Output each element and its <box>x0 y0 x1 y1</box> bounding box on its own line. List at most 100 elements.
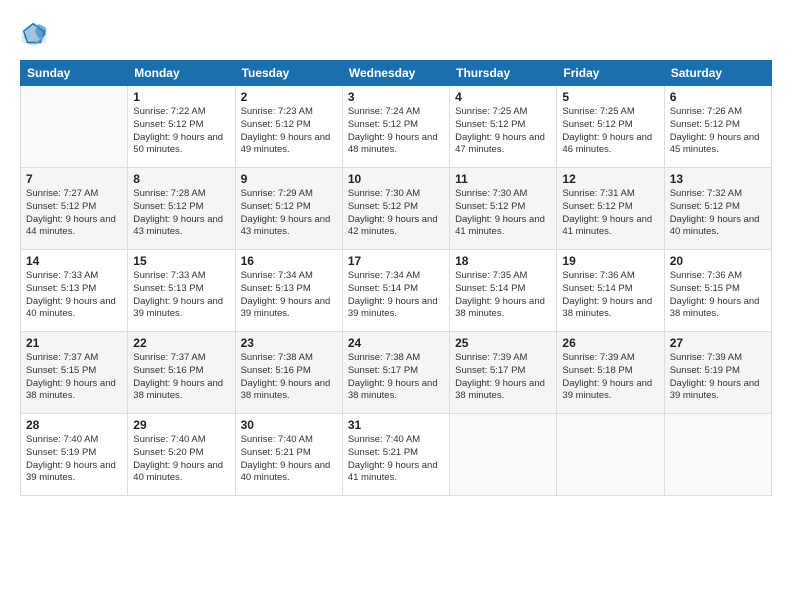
day-number: 15 <box>133 254 229 268</box>
cell-info: Sunrise: 7:33 AM Sunset: 5:13 PM Dayligh… <box>26 270 122 321</box>
calendar-cell: 17Sunrise: 7:34 AM Sunset: 5:14 PM Dayli… <box>342 250 449 332</box>
calendar-cell: 31Sunrise: 7:40 AM Sunset: 5:21 PM Dayli… <box>342 414 449 496</box>
day-number: 18 <box>455 254 551 268</box>
day-number: 4 <box>455 90 551 104</box>
cell-info: Sunrise: 7:37 AM Sunset: 5:15 PM Dayligh… <box>26 352 122 403</box>
day-number: 10 <box>348 172 444 186</box>
calendar-cell: 23 Sunrise: 7:38 AM Sunset: 5:16 PM Dayli… <box>235 332 342 414</box>
calendar-cell: 16Sunrise: 7:34 AM Sunset: 5:13 PM Dayli… <box>235 250 342 332</box>
calendar-cell: 20 Sunrise: 7:36 AM Sunset: 5:15 PM Dayli… <box>664 250 771 332</box>
day-header: Saturday <box>664 61 771 86</box>
cell-info: Sunrise: 7:25 AM Sunset: 5:12 PM Dayligh… <box>455 106 551 157</box>
calendar-table: SundayMondayTuesdayWednesdayThursdayFrid… <box>20 60 772 496</box>
calendar-cell: 7 Sunrise: 7:27 AM Sunset: 5:12 PM Daylig… <box>21 168 128 250</box>
cell-info: Sunrise: 7:38 AM Sunset: 5:16 PM Dayligh… <box>241 352 337 403</box>
cell-info: Sunrise: 7:30 AM Sunset: 5:12 PM Dayligh… <box>348 188 444 239</box>
day-number: 28 <box>26 418 122 432</box>
cell-info: Sunrise: 7:26 AM Sunset: 5:12 PM Dayligh… <box>670 106 766 157</box>
calendar-cell: 2 Sunrise: 7:23 AM Sunset: 5:12 PM Daylig… <box>235 86 342 168</box>
day-number: 13 <box>670 172 766 186</box>
calendar-week-row: 14 Sunrise: 7:33 AM Sunset: 5:13 PM Dayli… <box>21 250 772 332</box>
calendar-header-row: SundayMondayTuesdayWednesdayThursdayFrid… <box>21 61 772 86</box>
calendar-cell <box>21 86 128 168</box>
cell-info: Sunrise: 7:27 AM Sunset: 5:12 PM Dayligh… <box>26 188 122 239</box>
cell-info: Sunrise: 7:40 AM Sunset: 5:19 PM Dayligh… <box>26 434 122 485</box>
calendar-cell: 19Sunrise: 7:36 AM Sunset: 5:14 PM Dayli… <box>557 250 664 332</box>
day-number: 5 <box>562 90 658 104</box>
calendar-cell: 22Sunrise: 7:37 AM Sunset: 5:16 PM Dayli… <box>128 332 235 414</box>
logo <box>20 20 52 48</box>
calendar-cell: 3 Sunrise: 7:24 AM Sunset: 5:12 PM Daylig… <box>342 86 449 168</box>
calendar-cell: 6 Sunrise: 7:26 AM Sunset: 5:12 PM Daylig… <box>664 86 771 168</box>
cell-info: Sunrise: 7:32 AM Sunset: 5:12 PM Dayligh… <box>670 188 766 239</box>
cell-info: Sunrise: 7:29 AM Sunset: 5:12 PM Dayligh… <box>241 188 337 239</box>
day-header: Wednesday <box>342 61 449 86</box>
day-number: 8 <box>133 172 229 186</box>
day-number: 6 <box>670 90 766 104</box>
calendar-cell: 4 Sunrise: 7:25 AM Sunset: 5:12 PM Daylig… <box>450 86 557 168</box>
cell-info: Sunrise: 7:31 AM Sunset: 5:12 PM Dayligh… <box>562 188 658 239</box>
cell-info: Sunrise: 7:34 AM Sunset: 5:14 PM Dayligh… <box>348 270 444 321</box>
calendar-cell: 18 Sunrise: 7:35 AM Sunset: 5:14 PM Dayli… <box>450 250 557 332</box>
calendar-cell: 8 Sunrise: 7:28 AM Sunset: 5:12 PM Daylig… <box>128 168 235 250</box>
calendar-week-row: 7 Sunrise: 7:27 AM Sunset: 5:12 PM Daylig… <box>21 168 772 250</box>
cell-info: Sunrise: 7:23 AM Sunset: 5:12 PM Dayligh… <box>241 106 337 157</box>
page: SundayMondayTuesdayWednesdayThursdayFrid… <box>0 0 792 612</box>
day-number: 22 <box>133 336 229 350</box>
cell-info: Sunrise: 7:22 AM Sunset: 5:12 PM Dayligh… <box>133 106 229 157</box>
cell-info: Sunrise: 7:39 AM Sunset: 5:19 PM Dayligh… <box>670 352 766 403</box>
day-number: 29 <box>133 418 229 432</box>
calendar-cell: 1 Sunrise: 7:22 AM Sunset: 5:12 PM Daylig… <box>128 86 235 168</box>
calendar-cell: 15 Sunrise: 7:33 AM Sunset: 5:13 PM Dayli… <box>128 250 235 332</box>
day-number: 9 <box>241 172 337 186</box>
cell-info: Sunrise: 7:33 AM Sunset: 5:13 PM Dayligh… <box>133 270 229 321</box>
day-number: 31 <box>348 418 444 432</box>
cell-info: Sunrise: 7:39 AM Sunset: 5:18 PM Dayligh… <box>562 352 658 403</box>
calendar-cell: 28 Sunrise: 7:40 AM Sunset: 5:19 PM Dayli… <box>21 414 128 496</box>
day-number: 3 <box>348 90 444 104</box>
day-number: 1 <box>133 90 229 104</box>
calendar-cell: 13 Sunrise: 7:32 AM Sunset: 5:12 PM Dayli… <box>664 168 771 250</box>
calendar-cell: 9 Sunrise: 7:29 AM Sunset: 5:12 PM Daylig… <box>235 168 342 250</box>
cell-info: Sunrise: 7:28 AM Sunset: 5:12 PM Dayligh… <box>133 188 229 239</box>
cell-info: Sunrise: 7:36 AM Sunset: 5:15 PM Dayligh… <box>670 270 766 321</box>
calendar-cell: 14 Sunrise: 7:33 AM Sunset: 5:13 PM Dayli… <box>21 250 128 332</box>
calendar-cell: 11Sunrise: 7:30 AM Sunset: 5:12 PM Dayli… <box>450 168 557 250</box>
calendar-cell: 12 Sunrise: 7:31 AM Sunset: 5:12 PM Dayli… <box>557 168 664 250</box>
calendar-cell: 21 Sunrise: 7:37 AM Sunset: 5:15 PM Dayli… <box>21 332 128 414</box>
day-number: 16 <box>241 254 337 268</box>
calendar-cell: 30Sunrise: 7:40 AM Sunset: 5:21 PM Dayli… <box>235 414 342 496</box>
day-number: 7 <box>26 172 122 186</box>
day-number: 24 <box>348 336 444 350</box>
day-number: 25 <box>455 336 551 350</box>
calendar-week-row: 21 Sunrise: 7:37 AM Sunset: 5:15 PM Dayli… <box>21 332 772 414</box>
day-number: 2 <box>241 90 337 104</box>
calendar-week-row: 28 Sunrise: 7:40 AM Sunset: 5:19 PM Dayli… <box>21 414 772 496</box>
calendar-cell: 26Sunrise: 7:39 AM Sunset: 5:18 PM Dayli… <box>557 332 664 414</box>
calendar-cell: 29 Sunrise: 7:40 AM Sunset: 5:20 PM Dayli… <box>128 414 235 496</box>
cell-info: Sunrise: 7:40 AM Sunset: 5:20 PM Dayligh… <box>133 434 229 485</box>
day-number: 12 <box>562 172 658 186</box>
calendar-cell: 24Sunrise: 7:38 AM Sunset: 5:17 PM Dayli… <box>342 332 449 414</box>
day-number: 14 <box>26 254 122 268</box>
calendar-week-row: 1 Sunrise: 7:22 AM Sunset: 5:12 PM Daylig… <box>21 86 772 168</box>
cell-info: Sunrise: 7:39 AM Sunset: 5:17 PM Dayligh… <box>455 352 551 403</box>
day-number: 23 <box>241 336 337 350</box>
day-header: Tuesday <box>235 61 342 86</box>
cell-info: Sunrise: 7:35 AM Sunset: 5:14 PM Dayligh… <box>455 270 551 321</box>
day-header: Thursday <box>450 61 557 86</box>
cell-info: Sunrise: 7:36 AM Sunset: 5:14 PM Dayligh… <box>562 270 658 321</box>
calendar-cell: 10 Sunrise: 7:30 AM Sunset: 5:12 PM Dayli… <box>342 168 449 250</box>
calendar-cell <box>664 414 771 496</box>
calendar-cell <box>557 414 664 496</box>
cell-info: Sunrise: 7:30 AM Sunset: 5:12 PM Dayligh… <box>455 188 551 239</box>
day-header: Monday <box>128 61 235 86</box>
cell-info: Sunrise: 7:25 AM Sunset: 5:12 PM Dayligh… <box>562 106 658 157</box>
day-number: 21 <box>26 336 122 350</box>
cell-info: Sunrise: 7:40 AM Sunset: 5:21 PM Dayligh… <box>241 434 337 485</box>
cell-info: Sunrise: 7:24 AM Sunset: 5:12 PM Dayligh… <box>348 106 444 157</box>
calendar-cell <box>450 414 557 496</box>
day-header: Sunday <box>21 61 128 86</box>
day-number: 20 <box>670 254 766 268</box>
calendar-cell: 5 Sunrise: 7:25 AM Sunset: 5:12 PM Daylig… <box>557 86 664 168</box>
